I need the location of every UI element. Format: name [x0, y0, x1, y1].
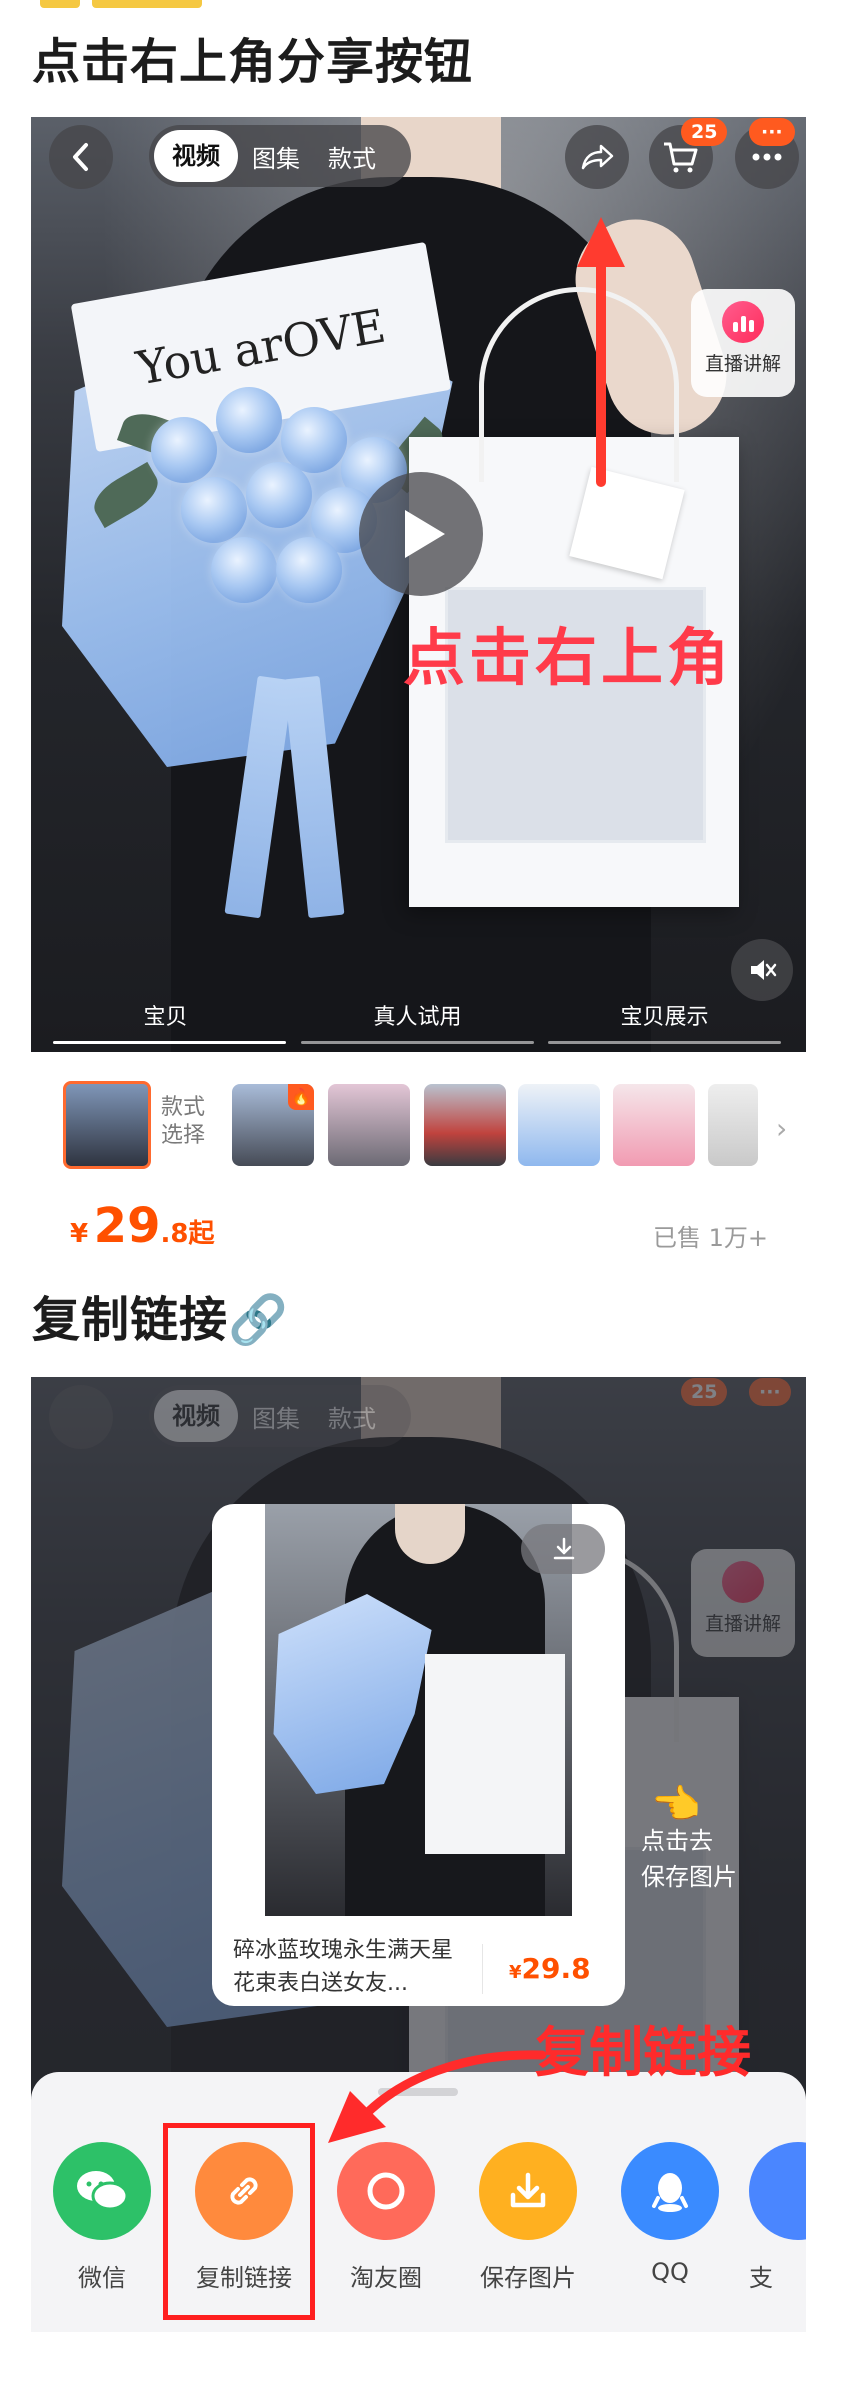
- style-select-label[interactable]: 款式 选择: [161, 1094, 205, 1150]
- annotation-copy-link: 复制链接: [535, 2021, 751, 2084]
- download-icon: [553, 1537, 575, 1560]
- tab-video[interactable]: 视频: [154, 130, 238, 182]
- style-thumb[interactable]: [424, 1084, 506, 1166]
- taoyouquan-icon: [337, 2142, 435, 2240]
- share-poster-image: [265, 1504, 572, 1916]
- pointing-hand-icon: 👈: [651, 1782, 701, 1828]
- section1-title: 点击右上角分享按钮: [32, 34, 474, 90]
- share-button[interactable]: [565, 125, 629, 189]
- sold-count: 已售 1万+: [653, 1224, 769, 1252]
- share-save-image[interactable]: 保存图片: [457, 2142, 599, 2293]
- section2-title: 复制链接🔗: [32, 1292, 289, 1348]
- share-poster-card[interactable]: 碎冰蓝玫瑰永生满天星花束表白送女友... ¥29.8: [212, 1504, 625, 2006]
- style-thumb-active[interactable]: [63, 1081, 151, 1169]
- product-price: ¥ 29.8起: [70, 1198, 215, 1254]
- chevron-right-icon[interactable]: ›: [776, 1112, 787, 1145]
- share-wechat[interactable]: 微信: [31, 2142, 173, 2293]
- play-icon: [405, 510, 445, 558]
- tab-gallery[interactable]: 图集: [238, 139, 314, 174]
- media-progress-tabs: 宝贝 真人试用 宝贝展示: [31, 999, 806, 1052]
- style-thumb[interactable]: [613, 1084, 695, 1166]
- hot-fire-icon: 🔥: [288, 1084, 314, 1110]
- download-icon: [479, 2142, 577, 2240]
- share-arrow-icon: [581, 144, 614, 170]
- product-media-viewer[interactable]: You arOVE 视频 图集 款式 25 ··· 点击右上角 直播讲解 宝贝 …: [31, 117, 806, 1052]
- download-poster-button[interactable]: [521, 1524, 605, 1574]
- muted-speaker-icon: [751, 960, 777, 980]
- save-image-hint: 👈 点击去 保存图片: [641, 1782, 737, 1891]
- more-dots-icon: [752, 153, 782, 161]
- style-thumbnail-strip: 款式 选择 🔥 ›: [31, 1052, 806, 1202]
- play-button[interactable]: [359, 472, 483, 596]
- more-badge: ···: [749, 118, 795, 146]
- share-alipay[interactable]: 支: [741, 2142, 806, 2293]
- mute-button[interactable]: [731, 939, 793, 1001]
- style-thumb[interactable]: [708, 1084, 758, 1166]
- annotation-arrow-icon: [577, 217, 625, 487]
- live-explain-button[interactable]: 直播讲解: [691, 289, 795, 397]
- qq-icon: [621, 2142, 719, 2240]
- top-cropped-strip: [0, 0, 853, 12]
- share-card-title: 碎冰蓝玫瑰永生满天星花束表白送女友...: [233, 1938, 454, 1996]
- annotation-tap-top-right: 点击右上角: [403, 621, 734, 694]
- back-button[interactable]: [49, 125, 113, 189]
- tab-styles[interactable]: 款式: [314, 139, 390, 174]
- share-overlay-screen: 视频 图集 款式 25 ··· 直播讲解 碎冰蓝玫瑰永生满天星花束表白送女友..…: [31, 1377, 806, 2332]
- style-thumb[interactable]: [518, 1084, 600, 1166]
- style-thumb[interactable]: [328, 1084, 410, 1166]
- media-tab-tryon[interactable]: 真人试用: [301, 999, 534, 1031]
- wechat-icon: [53, 2142, 151, 2240]
- live-chart-icon: [722, 301, 764, 343]
- annotation-arrow-icon: [328, 2050, 547, 2143]
- copy-link-highlight-box: [163, 2123, 315, 2320]
- media-type-switch[interactable]: 视频 图集 款式: [149, 125, 411, 187]
- alipay-icon: [749, 2142, 806, 2240]
- media-tab-showcase[interactable]: 宝贝展示: [548, 999, 781, 1031]
- media-tab-item[interactable]: 宝贝: [49, 999, 282, 1031]
- chevron-left-icon: [73, 143, 88, 171]
- share-taoyouquan[interactable]: 淘友圈: [315, 2142, 457, 2293]
- style-thumb[interactable]: 🔥: [232, 1084, 314, 1166]
- cart-count-badge: 25: [681, 118, 728, 146]
- share-qq[interactable]: QQ: [599, 2142, 741, 2286]
- live-explain-label: 直播讲解: [704, 353, 781, 375]
- faded-live-button: 直播讲解: [691, 1549, 795, 1657]
- faded-top-bar: 视频 图集 款式 25 ···: [49, 1378, 791, 1452]
- share-card-price: ¥29.8: [509, 1952, 591, 1985]
